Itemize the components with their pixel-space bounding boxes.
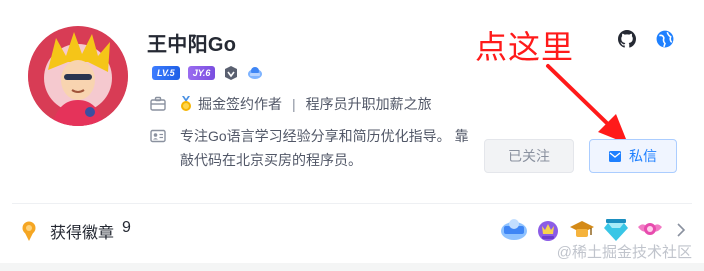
badges-label: 获得徽章 9: [50, 219, 131, 243]
bio-row: 专注Go语言学习经验分享和简历优化指导。 靠敲代码在北京买房的程序员。: [150, 124, 480, 172]
crown-badge-icon: [538, 221, 558, 241]
graduation-badge-icon: [570, 221, 594, 237]
jy-level-badge[interactable]: JY.6: [187, 66, 216, 80]
avatar[interactable]: [28, 26, 128, 126]
followed-button-label: 已关注: [508, 148, 550, 164]
watermark-text: @稀土掘金技术社区: [556, 244, 692, 261]
message-button-label: 私信: [629, 148, 657, 164]
social-links: [618, 30, 674, 48]
mail-icon: [609, 150, 621, 162]
user-name: 王中阳Go: [147, 34, 237, 56]
chevron-right-icon: [677, 223, 686, 237]
user-profile-card: 王中阳Go LV.5 JY.6 掘金签约作者 | 程序员升职加薪之旅 专注Go语…: [0, 0, 704, 271]
diamond-badge-icon: [604, 219, 628, 241]
medal-icon: [181, 96, 191, 111]
avatar-illustration: [28, 26, 128, 126]
bio-text: 专注Go语言学习经验分享和简历优化指导。 靠敲代码在北京买房的程序员。: [180, 128, 469, 168]
job-row: 掘金签约作者 | 程序员升职加薪之旅: [150, 94, 432, 114]
creator-badge-icon[interactable]: [223, 65, 239, 81]
community-badge-icon[interactable]: [247, 65, 263, 81]
level-badges: LV.5 JY.6: [152, 65, 263, 81]
job-title: 程序员升职加薪之旅: [305, 96, 432, 112]
wings-badge-icon: [638, 223, 662, 235]
signed-author-label: 掘金签约作者: [198, 96, 282, 112]
level-badge-label: LV.5: [157, 68, 175, 78]
year-badge-icon: [501, 219, 527, 240]
badges-label-text: 获得徽章: [50, 225, 115, 242]
briefcase-icon: [150, 96, 166, 111]
annotation-arrow-icon: [546, 64, 628, 144]
divider: [12, 203, 692, 204]
level-badge[interactable]: LV.5: [152, 66, 180, 80]
badge-pin-icon: [22, 221, 36, 241]
github-icon[interactable]: [618, 30, 636, 48]
website-globe-icon[interactable]: [656, 30, 674, 48]
id-card-icon: [150, 129, 166, 143]
watermark: @稀土掘金技术社区: [557, 241, 692, 262]
followed-button[interactable]: 已关注: [484, 139, 574, 173]
bottom-strip: [0, 263, 704, 271]
separator: |: [292, 96, 296, 112]
badges-count: 9: [122, 219, 131, 236]
jy-badge-label: JY.6: [192, 68, 211, 78]
message-button[interactable]: 私信: [589, 139, 677, 173]
badge-icon-list: [500, 217, 664, 243]
